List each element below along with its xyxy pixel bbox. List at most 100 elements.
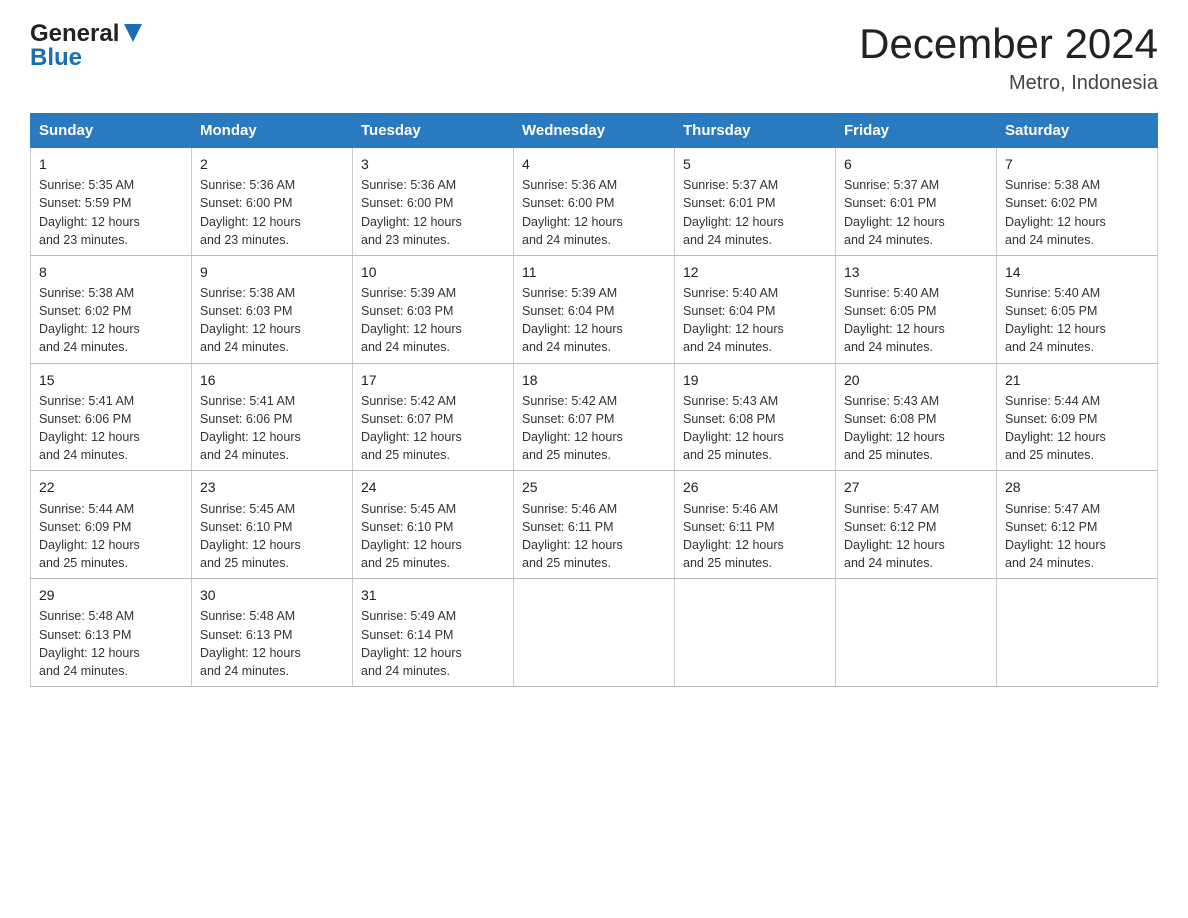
table-row: 14 Sunrise: 5:40 AMSunset: 6:05 PMDaylig… xyxy=(997,255,1158,363)
day-number: 11 xyxy=(522,262,666,282)
day-number: 24 xyxy=(361,477,505,497)
day-info: Sunrise: 5:39 AMSunset: 6:03 PMDaylight:… xyxy=(361,284,505,357)
table-row: 30 Sunrise: 5:48 AMSunset: 6:13 PMDaylig… xyxy=(192,579,353,687)
day-info: Sunrise: 5:48 AMSunset: 6:13 PMDaylight:… xyxy=(200,607,344,680)
page-header: General Blue December 2024 Metro, Indone… xyxy=(30,20,1158,95)
col-friday: Friday xyxy=(836,114,997,148)
col-monday: Monday xyxy=(192,114,353,148)
day-number: 25 xyxy=(522,477,666,497)
day-number: 2 xyxy=(200,154,344,174)
calendar-header-row: Sunday Monday Tuesday Wednesday Thursday… xyxy=(31,114,1158,148)
calendar-week-row: 8 Sunrise: 5:38 AMSunset: 6:02 PMDayligh… xyxy=(31,255,1158,363)
table-row: 23 Sunrise: 5:45 AMSunset: 6:10 PMDaylig… xyxy=(192,471,353,579)
table-row: 29 Sunrise: 5:48 AMSunset: 6:13 PMDaylig… xyxy=(31,579,192,687)
day-number: 14 xyxy=(1005,262,1149,282)
day-number: 26 xyxy=(683,477,827,497)
day-number: 8 xyxy=(39,262,183,282)
col-tuesday: Tuesday xyxy=(353,114,514,148)
table-row xyxy=(514,579,675,687)
table-row xyxy=(997,579,1158,687)
day-number: 16 xyxy=(200,370,344,390)
day-number: 7 xyxy=(1005,154,1149,174)
calendar-week-row: 1 Sunrise: 5:35 AMSunset: 5:59 PMDayligh… xyxy=(31,148,1158,256)
day-number: 30 xyxy=(200,585,344,605)
day-number: 3 xyxy=(361,154,505,174)
day-info: Sunrise: 5:36 AMSunset: 6:00 PMDaylight:… xyxy=(361,176,505,249)
day-info: Sunrise: 5:45 AMSunset: 6:10 PMDaylight:… xyxy=(200,500,344,573)
day-info: Sunrise: 5:44 AMSunset: 6:09 PMDaylight:… xyxy=(39,500,183,573)
table-row: 24 Sunrise: 5:45 AMSunset: 6:10 PMDaylig… xyxy=(353,471,514,579)
logo-triangle-icon xyxy=(124,24,142,47)
day-number: 31 xyxy=(361,585,505,605)
title-block: December 2024 Metro, Indonesia xyxy=(859,20,1158,95)
table-row: 9 Sunrise: 5:38 AMSunset: 6:03 PMDayligh… xyxy=(192,255,353,363)
day-info: Sunrise: 5:40 AMSunset: 6:05 PMDaylight:… xyxy=(844,284,988,357)
day-info: Sunrise: 5:46 AMSunset: 6:11 PMDaylight:… xyxy=(522,500,666,573)
day-number: 18 xyxy=(522,370,666,390)
table-row: 3 Sunrise: 5:36 AMSunset: 6:00 PMDayligh… xyxy=(353,148,514,256)
logo: General Blue xyxy=(30,20,142,72)
table-row xyxy=(675,579,836,687)
day-number: 21 xyxy=(1005,370,1149,390)
day-info: Sunrise: 5:45 AMSunset: 6:10 PMDaylight:… xyxy=(361,500,505,573)
col-sunday: Sunday xyxy=(31,114,192,148)
table-row: 21 Sunrise: 5:44 AMSunset: 6:09 PMDaylig… xyxy=(997,363,1158,471)
col-saturday: Saturday xyxy=(997,114,1158,148)
table-row: 1 Sunrise: 5:35 AMSunset: 5:59 PMDayligh… xyxy=(31,148,192,256)
page-title: December 2024 xyxy=(859,20,1158,68)
page-subtitle: Metro, Indonesia xyxy=(859,72,1158,95)
calendar-week-row: 15 Sunrise: 5:41 AMSunset: 6:06 PMDaylig… xyxy=(31,363,1158,471)
day-info: Sunrise: 5:41 AMSunset: 6:06 PMDaylight:… xyxy=(200,392,344,465)
day-info: Sunrise: 5:46 AMSunset: 6:11 PMDaylight:… xyxy=(683,500,827,573)
day-number: 20 xyxy=(844,370,988,390)
day-number: 22 xyxy=(39,477,183,497)
day-number: 12 xyxy=(683,262,827,282)
day-number: 17 xyxy=(361,370,505,390)
day-info: Sunrise: 5:42 AMSunset: 6:07 PMDaylight:… xyxy=(522,392,666,465)
day-info: Sunrise: 5:42 AMSunset: 6:07 PMDaylight:… xyxy=(361,392,505,465)
table-row: 12 Sunrise: 5:40 AMSunset: 6:04 PMDaylig… xyxy=(675,255,836,363)
table-row: 27 Sunrise: 5:47 AMSunset: 6:12 PMDaylig… xyxy=(836,471,997,579)
day-number: 28 xyxy=(1005,477,1149,497)
day-number: 27 xyxy=(844,477,988,497)
day-number: 6 xyxy=(844,154,988,174)
table-row: 15 Sunrise: 5:41 AMSunset: 6:06 PMDaylig… xyxy=(31,363,192,471)
logo-blue-text: Blue xyxy=(30,44,82,72)
day-info: Sunrise: 5:40 AMSunset: 6:05 PMDaylight:… xyxy=(1005,284,1149,357)
table-row: 7 Sunrise: 5:38 AMSunset: 6:02 PMDayligh… xyxy=(997,148,1158,256)
table-row: 2 Sunrise: 5:36 AMSunset: 6:00 PMDayligh… xyxy=(192,148,353,256)
day-number: 13 xyxy=(844,262,988,282)
col-wednesday: Wednesday xyxy=(514,114,675,148)
day-info: Sunrise: 5:38 AMSunset: 6:02 PMDaylight:… xyxy=(1005,176,1149,249)
day-info: Sunrise: 5:35 AMSunset: 5:59 PMDaylight:… xyxy=(39,176,183,249)
table-row: 28 Sunrise: 5:47 AMSunset: 6:12 PMDaylig… xyxy=(997,471,1158,579)
col-thursday: Thursday xyxy=(675,114,836,148)
day-number: 29 xyxy=(39,585,183,605)
day-info: Sunrise: 5:43 AMSunset: 6:08 PMDaylight:… xyxy=(844,392,988,465)
table-row: 13 Sunrise: 5:40 AMSunset: 6:05 PMDaylig… xyxy=(836,255,997,363)
table-row: 4 Sunrise: 5:36 AMSunset: 6:00 PMDayligh… xyxy=(514,148,675,256)
day-number: 19 xyxy=(683,370,827,390)
day-number: 9 xyxy=(200,262,344,282)
day-info: Sunrise: 5:37 AMSunset: 6:01 PMDaylight:… xyxy=(844,176,988,249)
day-info: Sunrise: 5:47 AMSunset: 6:12 PMDaylight:… xyxy=(1005,500,1149,573)
day-info: Sunrise: 5:37 AMSunset: 6:01 PMDaylight:… xyxy=(683,176,827,249)
table-row: 16 Sunrise: 5:41 AMSunset: 6:06 PMDaylig… xyxy=(192,363,353,471)
table-row: 8 Sunrise: 5:38 AMSunset: 6:02 PMDayligh… xyxy=(31,255,192,363)
table-row: 18 Sunrise: 5:42 AMSunset: 6:07 PMDaylig… xyxy=(514,363,675,471)
table-row: 20 Sunrise: 5:43 AMSunset: 6:08 PMDaylig… xyxy=(836,363,997,471)
day-number: 23 xyxy=(200,477,344,497)
day-info: Sunrise: 5:43 AMSunset: 6:08 PMDaylight:… xyxy=(683,392,827,465)
day-info: Sunrise: 5:38 AMSunset: 6:03 PMDaylight:… xyxy=(200,284,344,357)
day-info: Sunrise: 5:41 AMSunset: 6:06 PMDaylight:… xyxy=(39,392,183,465)
table-row: 26 Sunrise: 5:46 AMSunset: 6:11 PMDaylig… xyxy=(675,471,836,579)
table-row: 11 Sunrise: 5:39 AMSunset: 6:04 PMDaylig… xyxy=(514,255,675,363)
day-info: Sunrise: 5:38 AMSunset: 6:02 PMDaylight:… xyxy=(39,284,183,357)
calendar-week-row: 22 Sunrise: 5:44 AMSunset: 6:09 PMDaylig… xyxy=(31,471,1158,579)
day-number: 10 xyxy=(361,262,505,282)
day-info: Sunrise: 5:49 AMSunset: 6:14 PMDaylight:… xyxy=(361,607,505,680)
day-number: 1 xyxy=(39,154,183,174)
table-row: 22 Sunrise: 5:44 AMSunset: 6:09 PMDaylig… xyxy=(31,471,192,579)
calendar-table: Sunday Monday Tuesday Wednesday Thursday… xyxy=(30,113,1158,687)
day-info: Sunrise: 5:48 AMSunset: 6:13 PMDaylight:… xyxy=(39,607,183,680)
